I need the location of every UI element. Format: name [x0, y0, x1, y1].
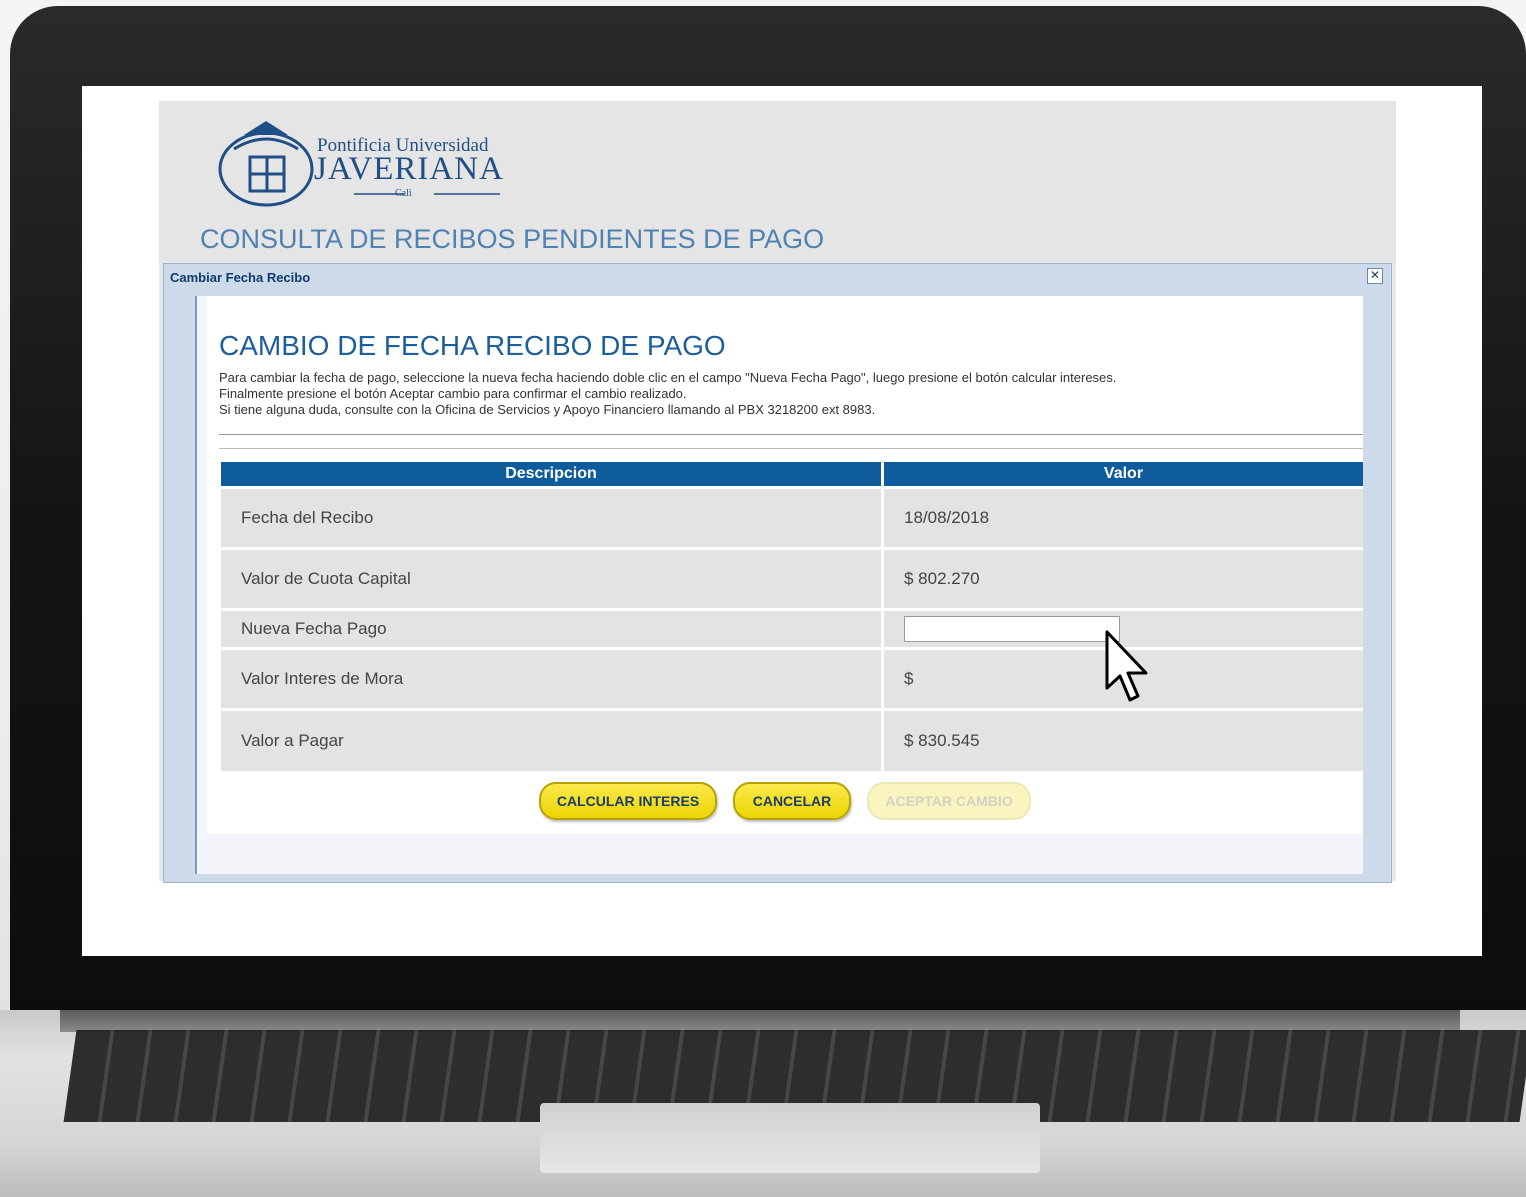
dialog-title: Cambiar Fecha Recibo: [170, 270, 311, 285]
university-name-line2: JAVERIANA: [314, 151, 504, 187]
page-title: CONSULTA DE RECIBOS PENDIENTES DE PAGO: [200, 224, 825, 254]
laptop-screen: Pontificia Universidad JAVERIANA Cali CO…: [82, 86, 1482, 956]
aceptar-cambio-button[interactable]: ACEPTAR CAMBIO: [867, 782, 1031, 820]
dialog-titlebar: Cambiar Fecha Recibo ✕: [164, 264, 1391, 290]
calcular-interes-button[interactable]: CALCULAR INTERES: [539, 782, 717, 820]
row-value: 18/08/2018: [882, 486, 1363, 549]
laptop-trackpad: [540, 1103, 1040, 1173]
mouse-pointer-icon: [1105, 630, 1148, 702]
table-row: Valor Interes de Mora $: [221, 647, 1363, 710]
row-label: Valor a Pagar: [221, 708, 884, 771]
web-page: Pontificia Universidad JAVERIANA Cali CO…: [159, 101, 1396, 883]
close-icon[interactable]: ✕: [1367, 268, 1383, 284]
table-row: Nueva Fecha Pago: [221, 608, 1363, 649]
instructions: Para cambiar la fecha de pago, seleccion…: [219, 370, 1349, 418]
dialog-heading: CAMBIO DE FECHA RECIBO DE PAGO: [219, 330, 726, 361]
instruction-line: Si tiene alguna duda, consulte con la Of…: [219, 402, 876, 417]
row-label: Nueva Fecha Pago: [221, 608, 884, 649]
change-date-dialog: Cambiar Fecha Recibo ✕ CAMBIO DE FECHA R…: [163, 263, 1392, 883]
laptop-hinge: [60, 1010, 1460, 1032]
row-label: Valor Interes de Mora: [221, 647, 884, 710]
dialog-body: CAMBIO DE FECHA RECIBO DE PAGO Para camb…: [195, 296, 1363, 874]
university-city: Cali: [395, 188, 412, 199]
row-label: Fecha del Recibo: [221, 486, 884, 549]
column-header-descripcion: Descripcion: [221, 462, 884, 488]
instruction-line: Para cambiar la fecha de pago, seleccion…: [219, 370, 1117, 385]
receipt-table: Descripcion Valor Fecha del Recibo 18/08…: [221, 462, 1363, 771]
nueva-fecha-pago-input[interactable]: [904, 616, 1120, 642]
table-row: Fecha del Recibo 18/08/2018: [221, 486, 1363, 549]
divider: [219, 434, 1363, 435]
row-value: $ 802.270: [882, 547, 1363, 610]
column-header-valor: Valor: [882, 462, 1363, 488]
table-header-row: Descripcion Valor: [221, 462, 1363, 488]
cancelar-button[interactable]: CANCELAR: [733, 782, 851, 820]
dialog-content: CAMBIO DE FECHA RECIBO DE PAGO Para camb…: [207, 296, 1363, 834]
row-label: Valor de Cuota Capital: [221, 547, 884, 610]
button-bar: CALCULAR INTERES CANCELAR ACEPTAR CAMBIO: [207, 782, 1349, 822]
divider: [219, 448, 1363, 449]
row-value: $ 830.545: [882, 708, 1363, 771]
table-row: Valor de Cuota Capital $ 802.270: [221, 547, 1363, 610]
instruction-line: Finalmente presione el botón Aceptar cam…: [219, 386, 687, 401]
page-header: Pontificia Universidad JAVERIANA Cali CO…: [159, 101, 1396, 261]
table-row: Valor a Pagar $ 830.545: [221, 708, 1363, 771]
laptop-bezel: Pontificia Universidad JAVERIANA Cali CO…: [10, 6, 1526, 1026]
